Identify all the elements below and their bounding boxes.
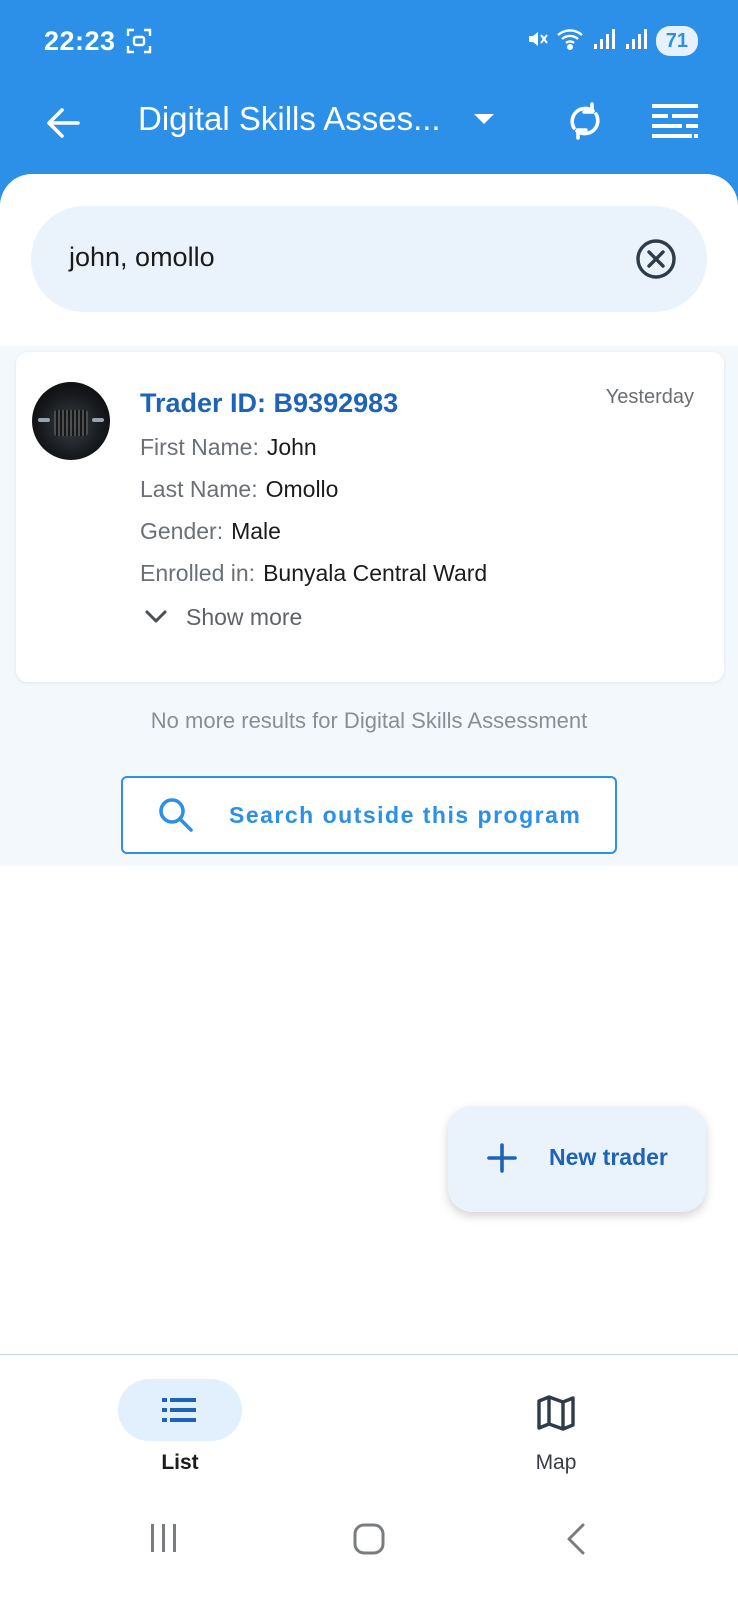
search-input[interactable]: john, omollo [31, 206, 707, 312]
avatar [32, 382, 110, 460]
back-arrow-icon[interactable] [40, 100, 86, 146]
nav-active-indicator [118, 1379, 242, 1441]
search-input-value: john, omollo [69, 242, 215, 272]
plus-icon [486, 1142, 518, 1179]
screenshot-icon [126, 28, 152, 59]
bottom-navigation: List Map [0, 1354, 738, 1492]
field-value: John [266, 434, 317, 460]
trader-result-card[interactable]: Trader ID: B9392983 Yesterday First Name… [16, 352, 724, 682]
wifi-icon [556, 27, 586, 56]
search-outside-label: Search outside this program [229, 802, 582, 828]
filter-icon[interactable] [650, 100, 700, 144]
field-label: First Name: [140, 434, 259, 460]
field-last-name: Last Name: Omollo [140, 476, 338, 503]
recents-icon[interactable] [148, 1522, 180, 1559]
trader-id: Trader ID: B9392983 [140, 388, 399, 418]
show-more-toggle[interactable]: Show more [144, 604, 302, 631]
field-first-name: First Name: John [140, 434, 317, 461]
field-gender: Gender: Male [140, 518, 281, 545]
field-label: Gender: [140, 518, 224, 544]
nav-item-list[interactable]: List [118, 1379, 242, 1479]
signal-icon [592, 28, 618, 55]
field-label: Last Name: [140, 476, 258, 502]
nav-map-label: Map [535, 1451, 577, 1474]
search-outside-program-button[interactable]: Search outside this program [121, 776, 617, 854]
search-icon [157, 796, 195, 839]
status-bar: 22:23 71 [0, 0, 738, 84]
field-value: Omollo [265, 476, 339, 502]
last-updated-date: Yesterday [605, 386, 694, 408]
main-content: john, omollo Trader ID: B9392983 Yesterd… [0, 174, 738, 1600]
app-bar: Digital Skills Asses... [0, 84, 738, 174]
field-label: Enrolled in: [140, 560, 256, 586]
nav-item-map[interactable]: Map [494, 1379, 618, 1479]
clear-search-icon[interactable] [635, 238, 677, 280]
home-icon[interactable] [352, 1522, 386, 1561]
show-more-label: Show more [186, 604, 303, 630]
battery-indicator: 71 [655, 26, 698, 56]
field-value: Bunyala Central Ward [263, 560, 488, 586]
signal-icon-2 [624, 28, 650, 55]
program-title[interactable]: Digital Skills Asses... [138, 100, 441, 138]
field-enrolled-in: Enrolled in: Bunyala Central Ward [140, 560, 487, 587]
dropdown-arrow-icon[interactable] [472, 112, 496, 131]
new-trader-button[interactable]: New trader [448, 1106, 706, 1212]
new-trader-label: New trader [549, 1144, 668, 1170]
system-navigation-bar [0, 1492, 738, 1600]
sync-icon[interactable] [562, 98, 608, 144]
nav-list-label: List [161, 1451, 199, 1474]
chevron-down-icon [144, 604, 168, 631]
no-more-results-text: No more results for Digital Skills Asses… [150, 708, 588, 733]
status-time: 22:23 [44, 26, 116, 56]
system-back-icon[interactable] [564, 1522, 588, 1561]
status-indicators: 71 [526, 26, 698, 56]
mute-icon [526, 27, 550, 56]
field-value: Male [231, 518, 281, 544]
